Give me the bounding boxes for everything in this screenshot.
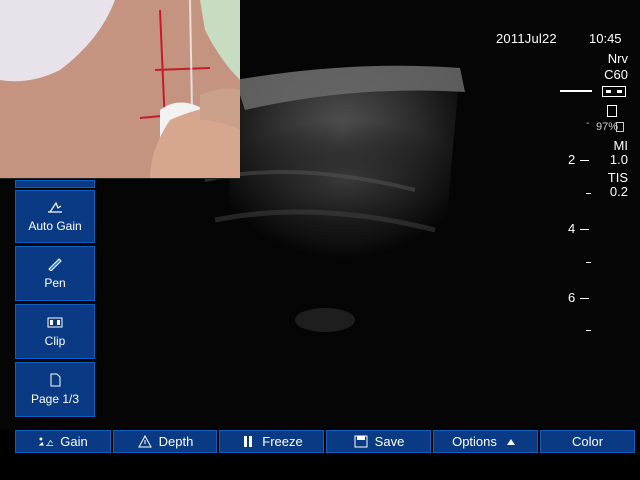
tis-label: TIS <box>607 170 628 185</box>
auto-gain-icon <box>46 200 64 214</box>
separator-line <box>560 90 592 92</box>
ultrasound-screen: 2011Jul22 10:45 Nrv C60 - 97% MI 1.0 TIS… <box>0 0 640 430</box>
color-label: Color <box>571 434 604 449</box>
auto-gain-label: Auto Gain <box>28 219 82 233</box>
clip-label: Clip <box>44 334 66 348</box>
freeze-icon <box>240 435 256 448</box>
depth-button[interactable]: Depth <box>113 430 217 453</box>
depth-tick-4: 4 <box>568 221 576 236</box>
freeze-label: Freeze <box>262 434 303 449</box>
depth-minor-tick <box>586 262 591 263</box>
clip-status-icon <box>616 122 624 132</box>
page-button[interactable]: Page 1/3 <box>15 362 95 417</box>
depth-tick-2: 2 <box>568 152 576 167</box>
depth-tick-6: 6 <box>568 290 576 305</box>
preset-label: Nrv <box>607 51 628 66</box>
save-button[interactable]: Save <box>326 430 431 453</box>
options-button[interactable]: Options <box>433 430 538 453</box>
clip-button[interactable]: Clip <box>15 304 95 359</box>
camera-inset-image <box>0 0 240 179</box>
up-arrow-icon <box>503 435 519 448</box>
battery-percent: 97% <box>595 121 618 133</box>
color-button[interactable]: Color <box>540 430 635 453</box>
mi-value: 1.0 <box>609 152 628 167</box>
gain-button[interactable]: Gain <box>15 430 111 453</box>
date-label: 2011Jul22 <box>496 31 557 46</box>
tick-mark: - <box>586 118 590 129</box>
transducer-label: C60 <box>604 67 628 82</box>
pen-button[interactable]: Pen <box>15 246 95 301</box>
depth-minor-tick <box>586 330 591 331</box>
pen-label: Pen <box>44 276 66 290</box>
options-label: Options <box>452 434 497 449</box>
sidebar-top-fragment <box>15 180 95 188</box>
auto-gain-button[interactable]: Auto Gain <box>15 190 95 243</box>
depth-label: Depth <box>158 434 194 449</box>
clip-icon <box>46 315 64 329</box>
gain-icon <box>38 435 54 448</box>
save-icon <box>353 435 369 448</box>
page-icon <box>46 373 64 387</box>
pen-icon <box>46 257 64 271</box>
mi-label: MI <box>613 138 628 153</box>
save-label: Save <box>374 434 405 449</box>
battery-icon <box>602 86 626 97</box>
storage-icon <box>607 105 617 117</box>
tis-value: 0.2 <box>609 184 628 199</box>
depth-tick-mark <box>580 229 589 230</box>
page-label: Page 1/3 <box>30 392 80 406</box>
bottom-toolbar: Gain Depth Freeze Save Options Color <box>15 430 635 453</box>
depth-minor-tick <box>586 193 591 194</box>
time-label: 10:45 <box>589 31 622 46</box>
depth-icon <box>137 435 153 448</box>
freeze-button[interactable]: Freeze <box>219 430 324 453</box>
depth-tick-mark <box>580 160 589 161</box>
depth-tick-mark <box>580 298 589 299</box>
gain-label: Gain <box>60 434 88 449</box>
